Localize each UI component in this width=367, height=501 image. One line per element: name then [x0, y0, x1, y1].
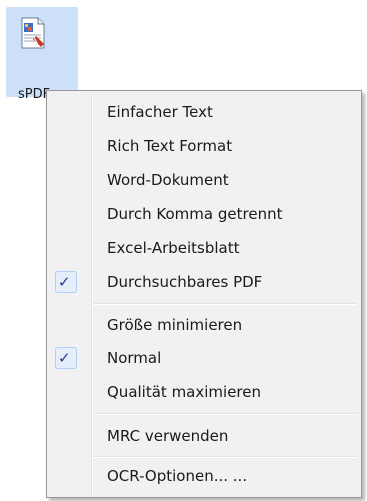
menu-item-groesse-minimieren[interactable]: Größe minimieren [49, 308, 359, 342]
menu-item-label: OCR-Optionen... ... [107, 467, 248, 485]
checkmark-icon: ✓ [58, 273, 71, 291]
menu-item-label: Durch Komma getrennt [107, 205, 283, 223]
menu-item-label: Qualität maximieren [107, 383, 261, 401]
menu-item-durch-komma-getrennt[interactable]: Durch Komma getrennt [49, 197, 359, 231]
menu-item-qualitaet-maximieren[interactable]: Qualität maximieren [49, 375, 359, 409]
context-menu: Einfacher Text Rich Text Format Word-Dok… [46, 90, 362, 498]
document-image-icon [21, 17, 45, 49]
menu-item-ocr-optionen[interactable]: OCR-Optionen... ... [49, 459, 359, 493]
desktop: sPDF Einfacher Text Rich Text Format Wor… [0, 0, 367, 501]
checkmark-icon: ✓ [58, 349, 71, 367]
menu-item-excel-arbeitsblatt[interactable]: Excel-Arbeitsblatt [49, 231, 359, 265]
menu-item-label: Einfacher Text [107, 103, 213, 121]
menu-separator [93, 413, 357, 415]
menu-item-label: Größe minimieren [107, 316, 243, 334]
menu-item-label: Word-Dokument [107, 171, 229, 189]
menu-item-normal[interactable]: ✓ Normal [49, 341, 359, 375]
menu-item-label: Durchsuchbares PDF [107, 273, 263, 291]
menu-item-label: Rich Text Format [107, 137, 233, 155]
spdf-shortcut[interactable]: sPDF [6, 7, 78, 102]
menu-item-label: MRC verwenden [107, 427, 229, 445]
check-highlight: ✓ [55, 271, 77, 293]
menu-item-mrc-verwenden[interactable]: MRC verwenden [49, 419, 359, 453]
menu-item-einfacher-text[interactable]: Einfacher Text [49, 95, 359, 129]
menu-item-label: Excel-Arbeitsblatt [107, 239, 240, 257]
menu-item-word-dokument[interactable]: Word-Dokument [49, 163, 359, 197]
menu-separator [93, 303, 357, 305]
menu-item-durchsuchbares-pdf[interactable]: ✓ Durchsuchbares PDF [49, 265, 359, 299]
menu-item-label: Normal [107, 349, 162, 367]
menu-item-rich-text-format[interactable]: Rich Text Format [49, 129, 359, 163]
check-highlight: ✓ [55, 347, 77, 369]
menu-separator [93, 456, 357, 458]
